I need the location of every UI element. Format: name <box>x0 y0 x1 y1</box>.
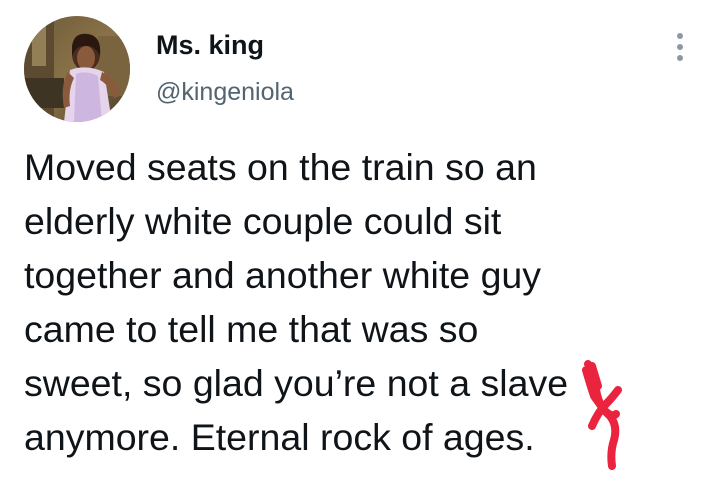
tweet-text-line: elderly white couple could sit <box>24 200 502 242</box>
author-handle[interactable]: @kingeniola <box>156 78 294 107</box>
tweet-text-line: together and another white guy <box>24 254 542 296</box>
tweet-text: Moved seats on the train so an elderly w… <box>24 140 704 464</box>
more-options-button[interactable] <box>666 30 694 64</box>
more-vertical-icon <box>677 33 683 39</box>
tweet-text-line: anymore. Eternal rock of ages. <box>24 416 535 458</box>
profile-photo-icon <box>24 16 130 122</box>
author-display-name[interactable]: Ms. king <box>156 30 264 61</box>
tweet-text-line: Moved seats on the train so an <box>24 146 537 188</box>
tweet-text-line: came to tell me that was so <box>24 308 479 350</box>
tweet-card: Ms. king @kingeniola Moved seats on the … <box>0 0 720 491</box>
avatar[interactable] <box>24 16 130 122</box>
more-vertical-icon-dot <box>677 55 683 61</box>
tweet-text-line: sweet, so glad you’re not a slave <box>24 362 569 404</box>
more-vertical-icon-dot <box>677 44 683 50</box>
